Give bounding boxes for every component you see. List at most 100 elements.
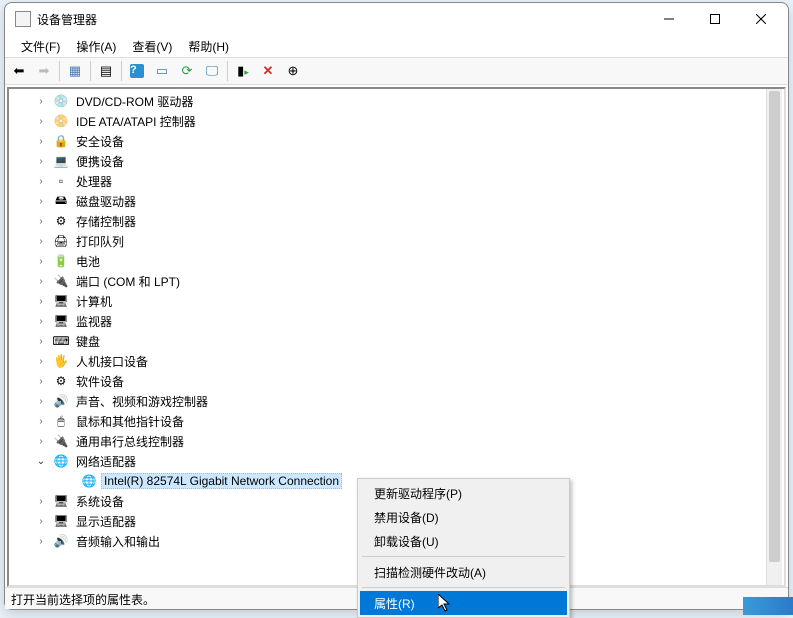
refresh-button[interactable]: ⟳ bbox=[175, 59, 199, 83]
chevron-right-icon[interactable]: › bbox=[33, 396, 49, 407]
chevron-right-icon[interactable]: › bbox=[33, 116, 49, 127]
vertical-scrollbar[interactable] bbox=[766, 89, 782, 585]
device-category-icon: 🖥 bbox=[53, 493, 69, 509]
chevron-down-icon[interactable]: ⌄ bbox=[33, 456, 49, 467]
properties-icon: ▤ bbox=[100, 63, 112, 79]
chevron-right-icon[interactable]: › bbox=[33, 336, 49, 347]
chevron-right-icon[interactable]: › bbox=[33, 276, 49, 287]
tree-node[interactable]: ›⌨键盘 bbox=[9, 331, 784, 351]
tree-node[interactable]: ›🖥计算机 bbox=[9, 291, 784, 311]
update-button[interactable]: ⊕ bbox=[281, 59, 305, 83]
show-hide-tree-button[interactable]: ▦ bbox=[63, 59, 87, 83]
tree-node-label: 声音、视频和游戏控制器 bbox=[73, 392, 211, 411]
close-button[interactable] bbox=[738, 4, 784, 34]
help-icon: ? bbox=[130, 64, 144, 78]
uninstall-button[interactable]: ✕ bbox=[256, 59, 280, 83]
separator bbox=[362, 556, 565, 557]
separator bbox=[121, 61, 122, 81]
tree-node[interactable]: › 🖱鼠标和其他指针设备 bbox=[9, 411, 784, 431]
chevron-right-icon[interactable]: › bbox=[33, 496, 49, 507]
chevron-right-icon[interactable]: › bbox=[33, 536, 49, 547]
window-title: 设备管理器 bbox=[37, 11, 646, 28]
network-adapter-icon: 🌐 bbox=[81, 473, 97, 489]
device-category-icon: ⚙ bbox=[53, 373, 69, 389]
tree-node-label: 计算机 bbox=[73, 292, 115, 311]
forward-button[interactable]: ➡ bbox=[32, 59, 56, 83]
monitor-scan-icon: 🖵 bbox=[206, 63, 219, 79]
chevron-right-icon[interactable]: › bbox=[33, 196, 49, 207]
tree-node[interactable]: ›⚙软件设备 bbox=[9, 371, 784, 391]
tree-node[interactable]: ›🖴磁盘驱动器 bbox=[9, 191, 784, 211]
device-category-icon: 🔊 bbox=[53, 393, 69, 409]
tree-node-label: 通用串行总线控制器 bbox=[73, 432, 187, 451]
enable-icon: ▮▸ bbox=[237, 63, 249, 79]
tree-node[interactable]: › 🔊声音、视频和游戏控制器 bbox=[9, 391, 784, 411]
chevron-right-icon[interactable]: › bbox=[33, 176, 49, 187]
tree-node-label: 鼠标和其他指针设备 bbox=[73, 412, 187, 431]
uninstall-icon: ✕ bbox=[263, 63, 274, 79]
device-category-icon: 🔊 bbox=[53, 533, 69, 549]
separator bbox=[227, 61, 228, 81]
tree-node[interactable]: ›🖥监视器 bbox=[9, 311, 784, 331]
minimize-button[interactable] bbox=[646, 4, 692, 34]
tree-node-label: 网络适配器 bbox=[73, 452, 139, 471]
tree-node[interactable]: ›🔌通用串行总线控制器 bbox=[9, 431, 784, 451]
tree-node-label: 显示适配器 bbox=[73, 512, 139, 531]
chevron-right-icon[interactable]: › bbox=[33, 376, 49, 387]
device-category-icon: ⚙ bbox=[53, 213, 69, 229]
tree-node[interactable]: ›💿DVD/CD-ROM 驱动器 bbox=[9, 91, 784, 111]
enable-button[interactable]: ▮▸ bbox=[231, 59, 255, 83]
titlebar[interactable]: 设备管理器 bbox=[5, 3, 788, 35]
chevron-right-icon[interactable]: › bbox=[33, 236, 49, 247]
tree-node[interactable]: ⌄🌐网络适配器 bbox=[9, 451, 784, 471]
tree-node[interactable]: ›💻便携设备 bbox=[9, 151, 784, 171]
tree-node-label: 存储控制器 bbox=[73, 212, 139, 231]
ctx-update-driver[interactable]: 更新驱动程序(P) bbox=[360, 481, 567, 505]
tree-icon: ▦ bbox=[69, 63, 81, 79]
device-category-icon: 🔌 bbox=[53, 273, 69, 289]
chevron-right-icon[interactable]: › bbox=[33, 416, 49, 427]
ctx-uninstall-device[interactable]: 卸载设备(U) bbox=[360, 529, 567, 553]
separator bbox=[362, 587, 565, 588]
tree-node[interactable]: ›📀IDE ATA/ATAPI 控制器 bbox=[9, 111, 784, 131]
menu-help[interactable]: 帮助(H) bbox=[180, 36, 237, 57]
chevron-right-icon[interactable]: › bbox=[33, 516, 49, 527]
tree-node[interactable]: ›🔋电池 bbox=[9, 251, 784, 271]
device-category-icon: 🔒 bbox=[53, 133, 69, 149]
scan-button[interactable]: 🖵 bbox=[200, 59, 224, 83]
menu-file[interactable]: 文件(F) bbox=[13, 36, 68, 57]
tree-node-label: 安全设备 bbox=[73, 132, 127, 151]
ctx-scan-hardware[interactable]: 扫描检测硬件改动(A) bbox=[360, 560, 567, 584]
chevron-right-icon[interactable]: › bbox=[33, 436, 49, 447]
chevron-right-icon[interactable]: › bbox=[33, 256, 49, 267]
tree-node[interactable]: ›▫处理器 bbox=[9, 171, 784, 191]
device-category-icon: 🖱 bbox=[53, 413, 69, 429]
tree-node-label: 处理器 bbox=[73, 172, 115, 191]
back-button[interactable]: ⬅ bbox=[7, 59, 31, 83]
tree-node[interactable]: ›🖐人机接口设备 bbox=[9, 351, 784, 371]
menu-view[interactable]: 查看(V) bbox=[124, 36, 180, 57]
action-button[interactable]: ▭ bbox=[150, 59, 174, 83]
scrollbar-thumb[interactable] bbox=[769, 91, 780, 562]
chevron-right-icon[interactable]: › bbox=[33, 316, 49, 327]
chevron-right-icon[interactable]: › bbox=[33, 136, 49, 147]
tree-node[interactable]: ›🖨打印队列 bbox=[9, 231, 784, 251]
menu-action[interactable]: 操作(A) bbox=[68, 36, 124, 57]
chevron-right-icon[interactable]: › bbox=[33, 96, 49, 107]
ctx-properties[interactable]: 属性(R) bbox=[360, 591, 567, 615]
tree-node[interactable]: › 🔒安全设备 bbox=[9, 131, 784, 151]
ctx-disable-device[interactable]: 禁用设备(D) bbox=[360, 505, 567, 529]
chevron-right-icon[interactable]: › bbox=[33, 356, 49, 367]
chevron-right-icon[interactable]: › bbox=[33, 156, 49, 167]
tree-child-label: Intel(R) 82574L Gigabit Network Connecti… bbox=[101, 473, 342, 489]
chevron-right-icon[interactable]: › bbox=[33, 296, 49, 307]
tree-node[interactable]: ›🔌端口 (COM 和 LPT) bbox=[9, 271, 784, 291]
properties-button[interactable]: ▤ bbox=[94, 59, 118, 83]
tree-node-label: 电池 bbox=[73, 252, 103, 271]
help-button[interactable]: ? bbox=[125, 59, 149, 83]
menubar: 文件(F) 操作(A) 查看(V) 帮助(H) bbox=[5, 35, 788, 57]
chevron-right-icon[interactable]: › bbox=[33, 216, 49, 227]
tree-node-label: 便携设备 bbox=[73, 152, 127, 171]
maximize-button[interactable] bbox=[692, 4, 738, 34]
tree-node[interactable]: › ⚙存储控制器 bbox=[9, 211, 784, 231]
